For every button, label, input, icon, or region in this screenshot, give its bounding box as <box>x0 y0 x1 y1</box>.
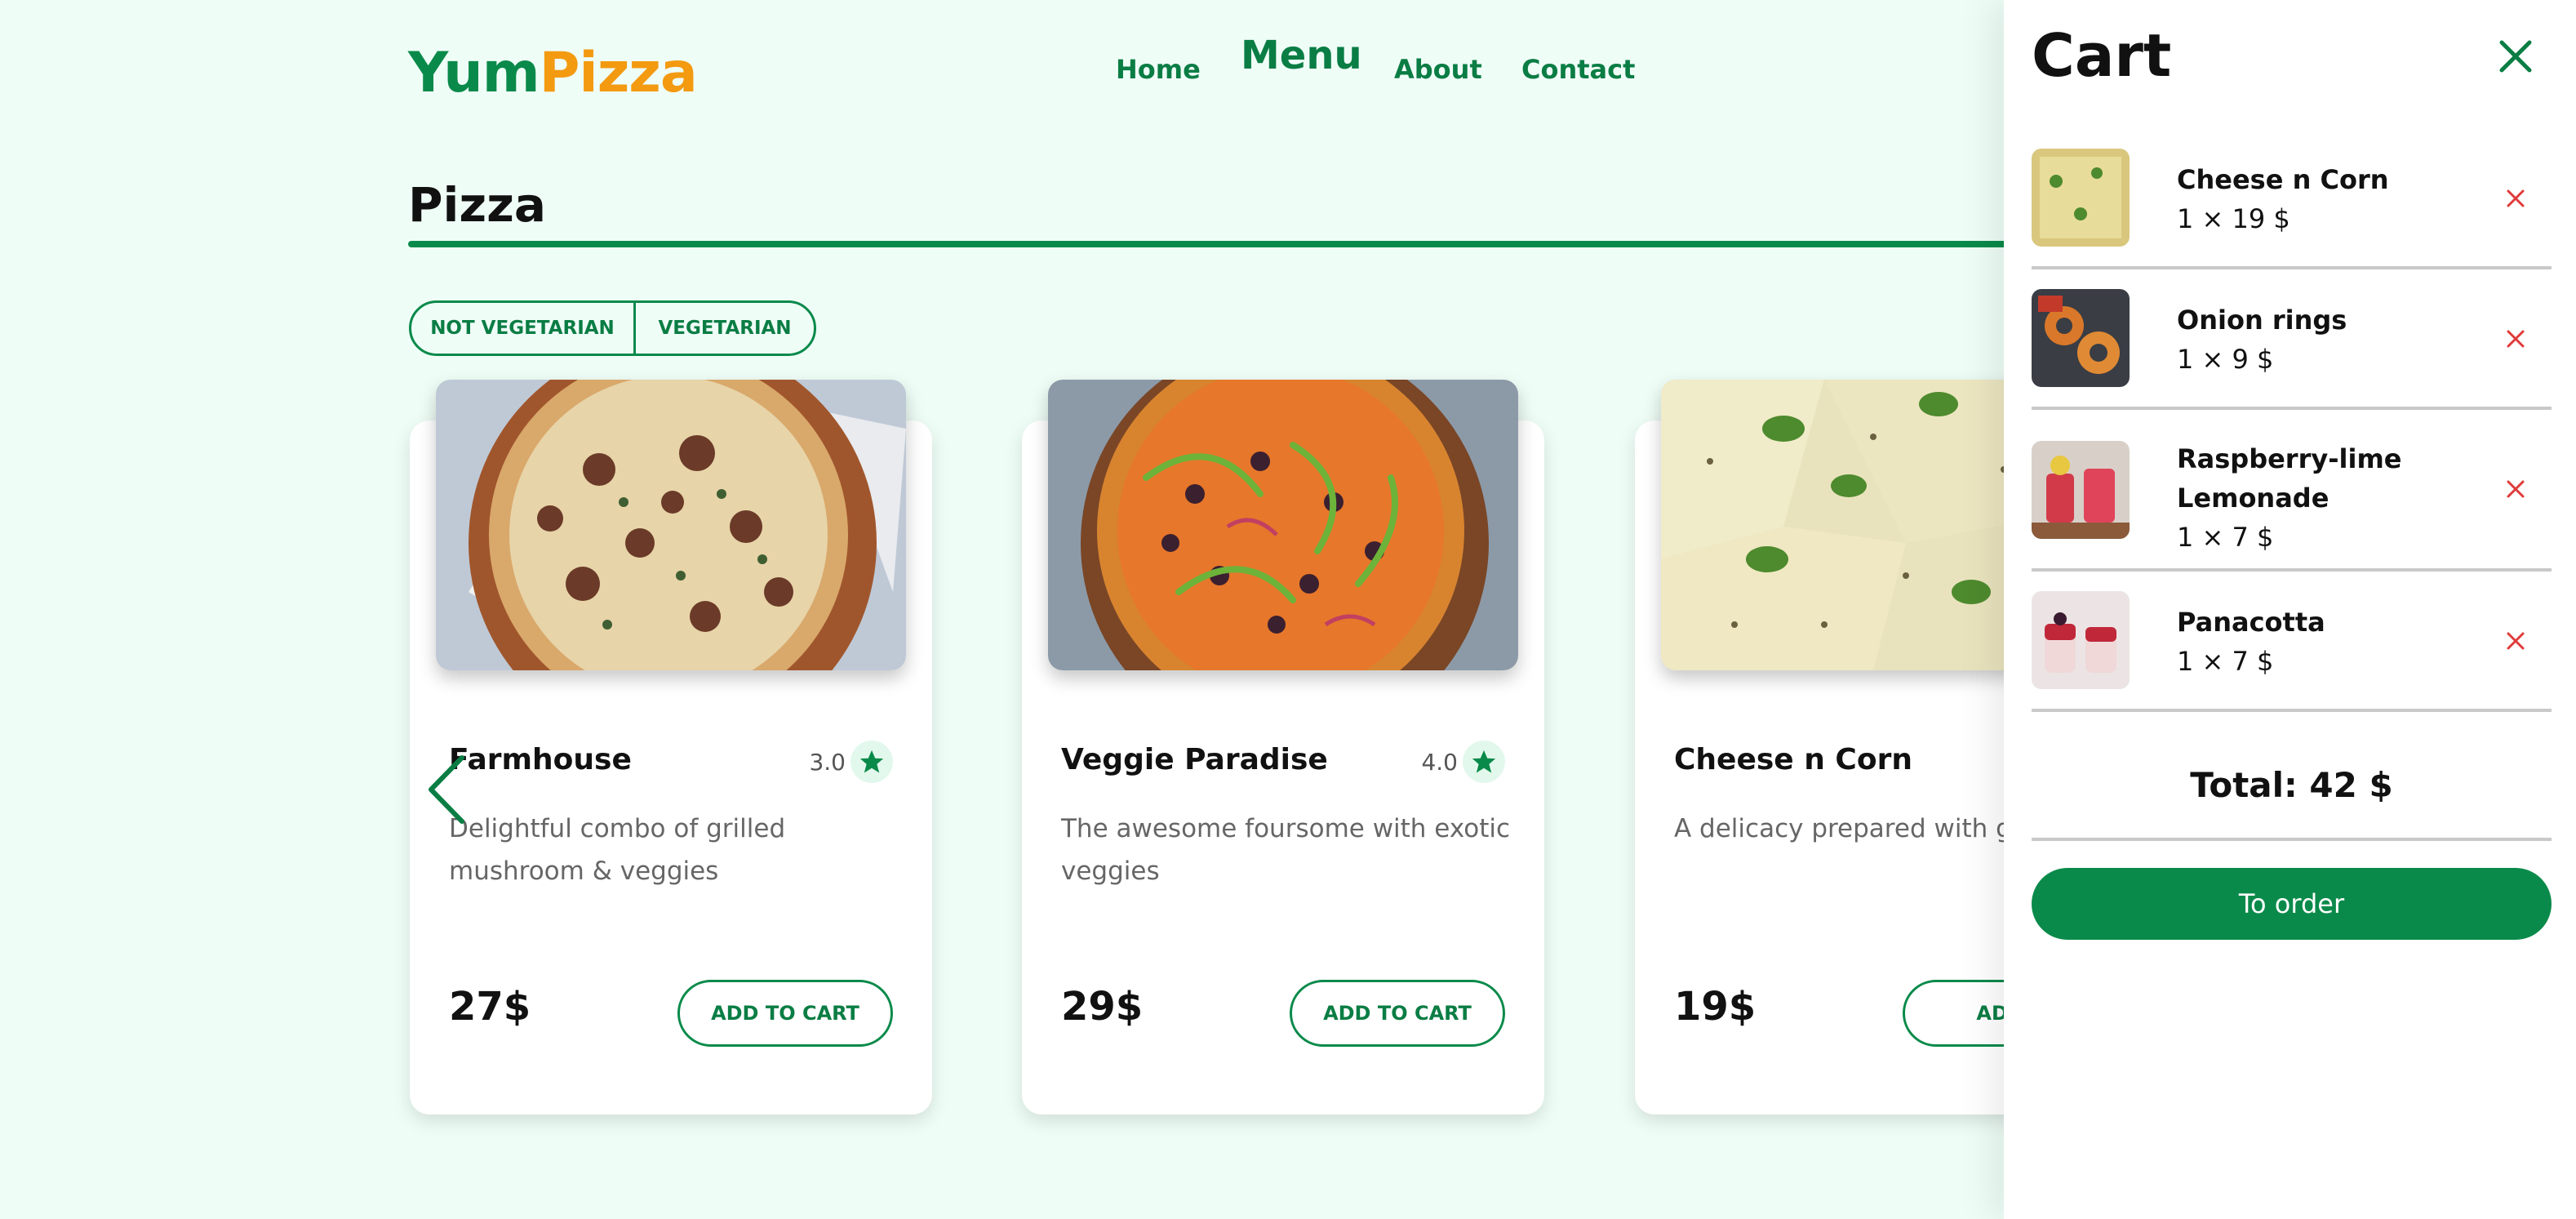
chevron-left-icon[interactable] <box>424 753 470 826</box>
cart-item-quantity: 1 × 9 $ <box>2177 344 2274 375</box>
add-to-cart-button[interactable]: ADD TO CART <box>1290 980 1505 1047</box>
product-description: Delightful combo of grilled mushroom & v… <box>449 814 786 886</box>
product-price: 19$ <box>1674 984 1757 1030</box>
filter-not-vegetarian[interactable]: NOT VEGETARIAN <box>411 303 636 354</box>
product-price: 29$ <box>1061 984 1144 1030</box>
logo[interactable]: YumPizza <box>408 41 698 105</box>
add-to-cart-button[interactable]: ADD TO CART <box>677 980 893 1047</box>
star-icon <box>1463 741 1505 783</box>
nav-menu[interactable]: Menu <box>1241 33 1362 78</box>
cart-item: Onion rings 1 × 9 $ <box>2032 289 2552 410</box>
cart-item: Raspberry-lime Lemonade 1 × 7 $ <box>2032 439 2552 572</box>
close-icon[interactable] <box>2497 38 2534 75</box>
logo-yum: Yum <box>408 41 540 105</box>
cart-item-name: Raspberry-lime Lemonade <box>2177 443 2402 514</box>
product-rating: 3.0 <box>809 741 893 783</box>
star-icon <box>851 741 893 783</box>
cart-item-quantity: 1 × 19 $ <box>2177 203 2290 234</box>
cart-item-quantity: 1 × 7 $ <box>2177 646 2274 677</box>
section-divider <box>408 241 2041 247</box>
nav-contact[interactable]: Contact <box>1521 54 1635 85</box>
section-title: Pizza <box>408 177 547 233</box>
product-description: The awesome foursome with exotic veggies <box>1061 814 1511 886</box>
remove-icon[interactable] <box>2505 478 2526 500</box>
cart-item-thumbnail <box>2032 289 2130 387</box>
product-rating: 4.0 <box>1421 741 1505 783</box>
filter-vegetarian[interactable]: VEGETARIAN <box>636 303 814 354</box>
order-button[interactable]: To order <box>2032 868 2552 940</box>
cart-item-name: Onion rings <box>2177 305 2347 336</box>
product-card: Veggie Paradise 4.0 The awesome foursome… <box>1022 380 1544 1114</box>
remove-icon[interactable] <box>2505 630 2526 652</box>
rating-value: 4.0 <box>1421 748 1458 776</box>
product-price: 27$ <box>449 984 531 1030</box>
cart-item-thumbnail <box>2032 149 2130 247</box>
nav-about[interactable]: About <box>1394 54 1482 85</box>
product-image <box>436 380 906 670</box>
product-card: Farmhouse 3.0 Delightful combo of grille… <box>410 380 932 1114</box>
cart-item-thumbnail <box>2032 441 2130 539</box>
product-name: Cheese n Corn <box>1674 743 1912 776</box>
product-name: Veggie Paradise <box>1061 743 1328 776</box>
cart-item-name: Cheese n Corn <box>2177 164 2389 195</box>
logo-pizza: Pizza <box>539 41 698 105</box>
cart-total: Total: 42 $ <box>2190 765 2393 805</box>
product-image <box>1048 380 1518 670</box>
cart-item-thumbnail <box>2032 591 2130 689</box>
nav-home[interactable]: Home <box>1116 54 1201 85</box>
cart-panel: Cart Cheese n Corn 1 × 19 $ Onion rings … <box>2004 0 2576 1219</box>
rating-value: 3.0 <box>809 748 846 776</box>
diet-filter: NOT VEGETARIAN VEGETARIAN <box>409 300 816 356</box>
cart-item: Panacotta 1 × 7 $ <box>2032 591 2552 712</box>
product-name: Farmhouse <box>449 743 632 776</box>
cart-item: Cheese n Corn 1 × 19 $ <box>2032 149 2552 269</box>
cart-item-quantity: 1 × 7 $ <box>2177 522 2274 553</box>
remove-icon[interactable] <box>2505 328 2526 349</box>
cart-item-name: Panacotta <box>2177 607 2325 638</box>
cart-divider <box>2032 838 2552 841</box>
remove-icon[interactable] <box>2505 188 2526 209</box>
cart-title: Cart <box>2032 21 2172 90</box>
